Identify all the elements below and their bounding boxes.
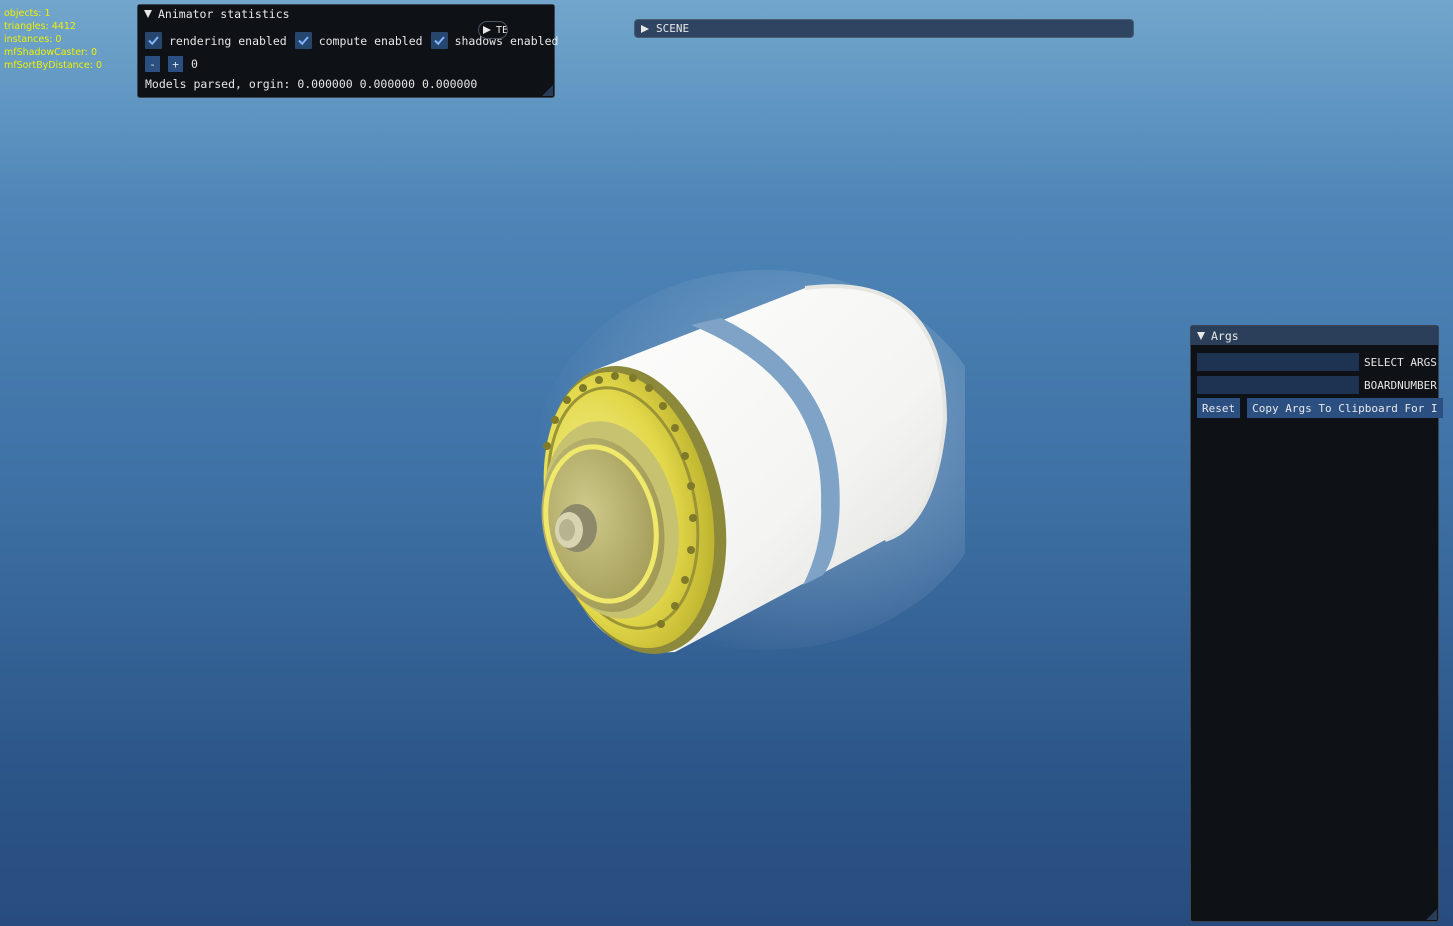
scene-title: SCENE <box>656 22 690 35</box>
collapse-arrow-icon[interactable] <box>1197 331 1205 340</box>
select-args-input[interactable] <box>1197 353 1359 371</box>
stat-shadow-caster: mfShadowCaster: 0 <box>4 47 98 58</box>
stat-objects: objects: 1 <box>4 8 51 19</box>
scene-window[interactable]: SCENE <box>634 19 1134 38</box>
stat-triangles: triangles: 4412 <box>4 21 76 32</box>
shadows-enabled-label: shadows enabled <box>454 33 559 48</box>
args-window[interactable]: Args SELECT ARGS BOARDNUMBER Reset Copy … <box>1190 325 1443 922</box>
copy-args-button[interactable]: Copy Args To Clipboard For I <box>1247 398 1443 418</box>
rendering-enabled-label: rendering enabled <box>169 33 287 48</box>
cylinder-model-render[interactable] <box>505 270 965 670</box>
checkmark-icon <box>297 36 309 46</box>
resize-grip-icon[interactable] <box>1426 909 1437 920</box>
shadows-enabled-checkbox[interactable] <box>430 32 448 49</box>
expand-arrow-icon[interactable] <box>483 26 491 34</box>
te-window-tab[interactable]: TE <box>478 21 508 39</box>
args-actions-row: Reset Copy Args To Clipboard For I <box>1197 398 1450 418</box>
boardnumber-label: BOARDNUMBER <box>1364 378 1437 392</box>
render-stats-overlay: objects: 1 triangles: 4412 instances: 0 … <box>4 7 102 72</box>
checkmark-icon <box>148 36 159 46</box>
counter-value: 0 <box>191 57 198 71</box>
select-args-label: SELECT ARGS <box>1364 355 1437 369</box>
collapse-arrow-icon[interactable] <box>144 10 152 18</box>
boardnumber-input[interactable] <box>1197 376 1359 394</box>
args-title: Args <box>1211 328 1239 343</box>
animator-title: Animator statistics <box>158 7 290 21</box>
expand-arrow-icon[interactable] <box>641 24 649 33</box>
rendering-enabled-checkbox[interactable] <box>145 32 162 49</box>
compute-enabled-checkbox[interactable] <box>294 32 312 49</box>
select-args-row: SELECT ARGS <box>1197 353 1437 371</box>
decrement-button[interactable]: - <box>145 56 160 72</box>
animator-statistics-window[interactable]: Animator statistics rendering enabled co… <box>137 4 558 98</box>
status-row: Models parsed, orgin: 0.000000 0.000000 … <box>145 77 477 91</box>
increment-button[interactable]: + <box>168 56 183 72</box>
resize-grip-icon[interactable] <box>542 85 553 96</box>
te-tab-label: TE <box>496 24 508 36</box>
counter-row: - + 0 <box>145 56 198 72</box>
stat-instances: instances: 0 <box>4 34 62 45</box>
args-title-bar[interactable]: Args <box>1191 326 1438 345</box>
boardnumber-row: BOARDNUMBER <box>1197 376 1437 394</box>
reset-button[interactable]: Reset <box>1197 398 1241 418</box>
stat-sort-by-distance: mfSortByDistance: 0 <box>4 60 103 71</box>
models-parsed-status: Models parsed, orgin: 0.000000 0.000000 … <box>145 77 478 91</box>
compute-enabled-label: compute enabled <box>318 33 423 48</box>
checkmark-icon <box>433 36 445 46</box>
